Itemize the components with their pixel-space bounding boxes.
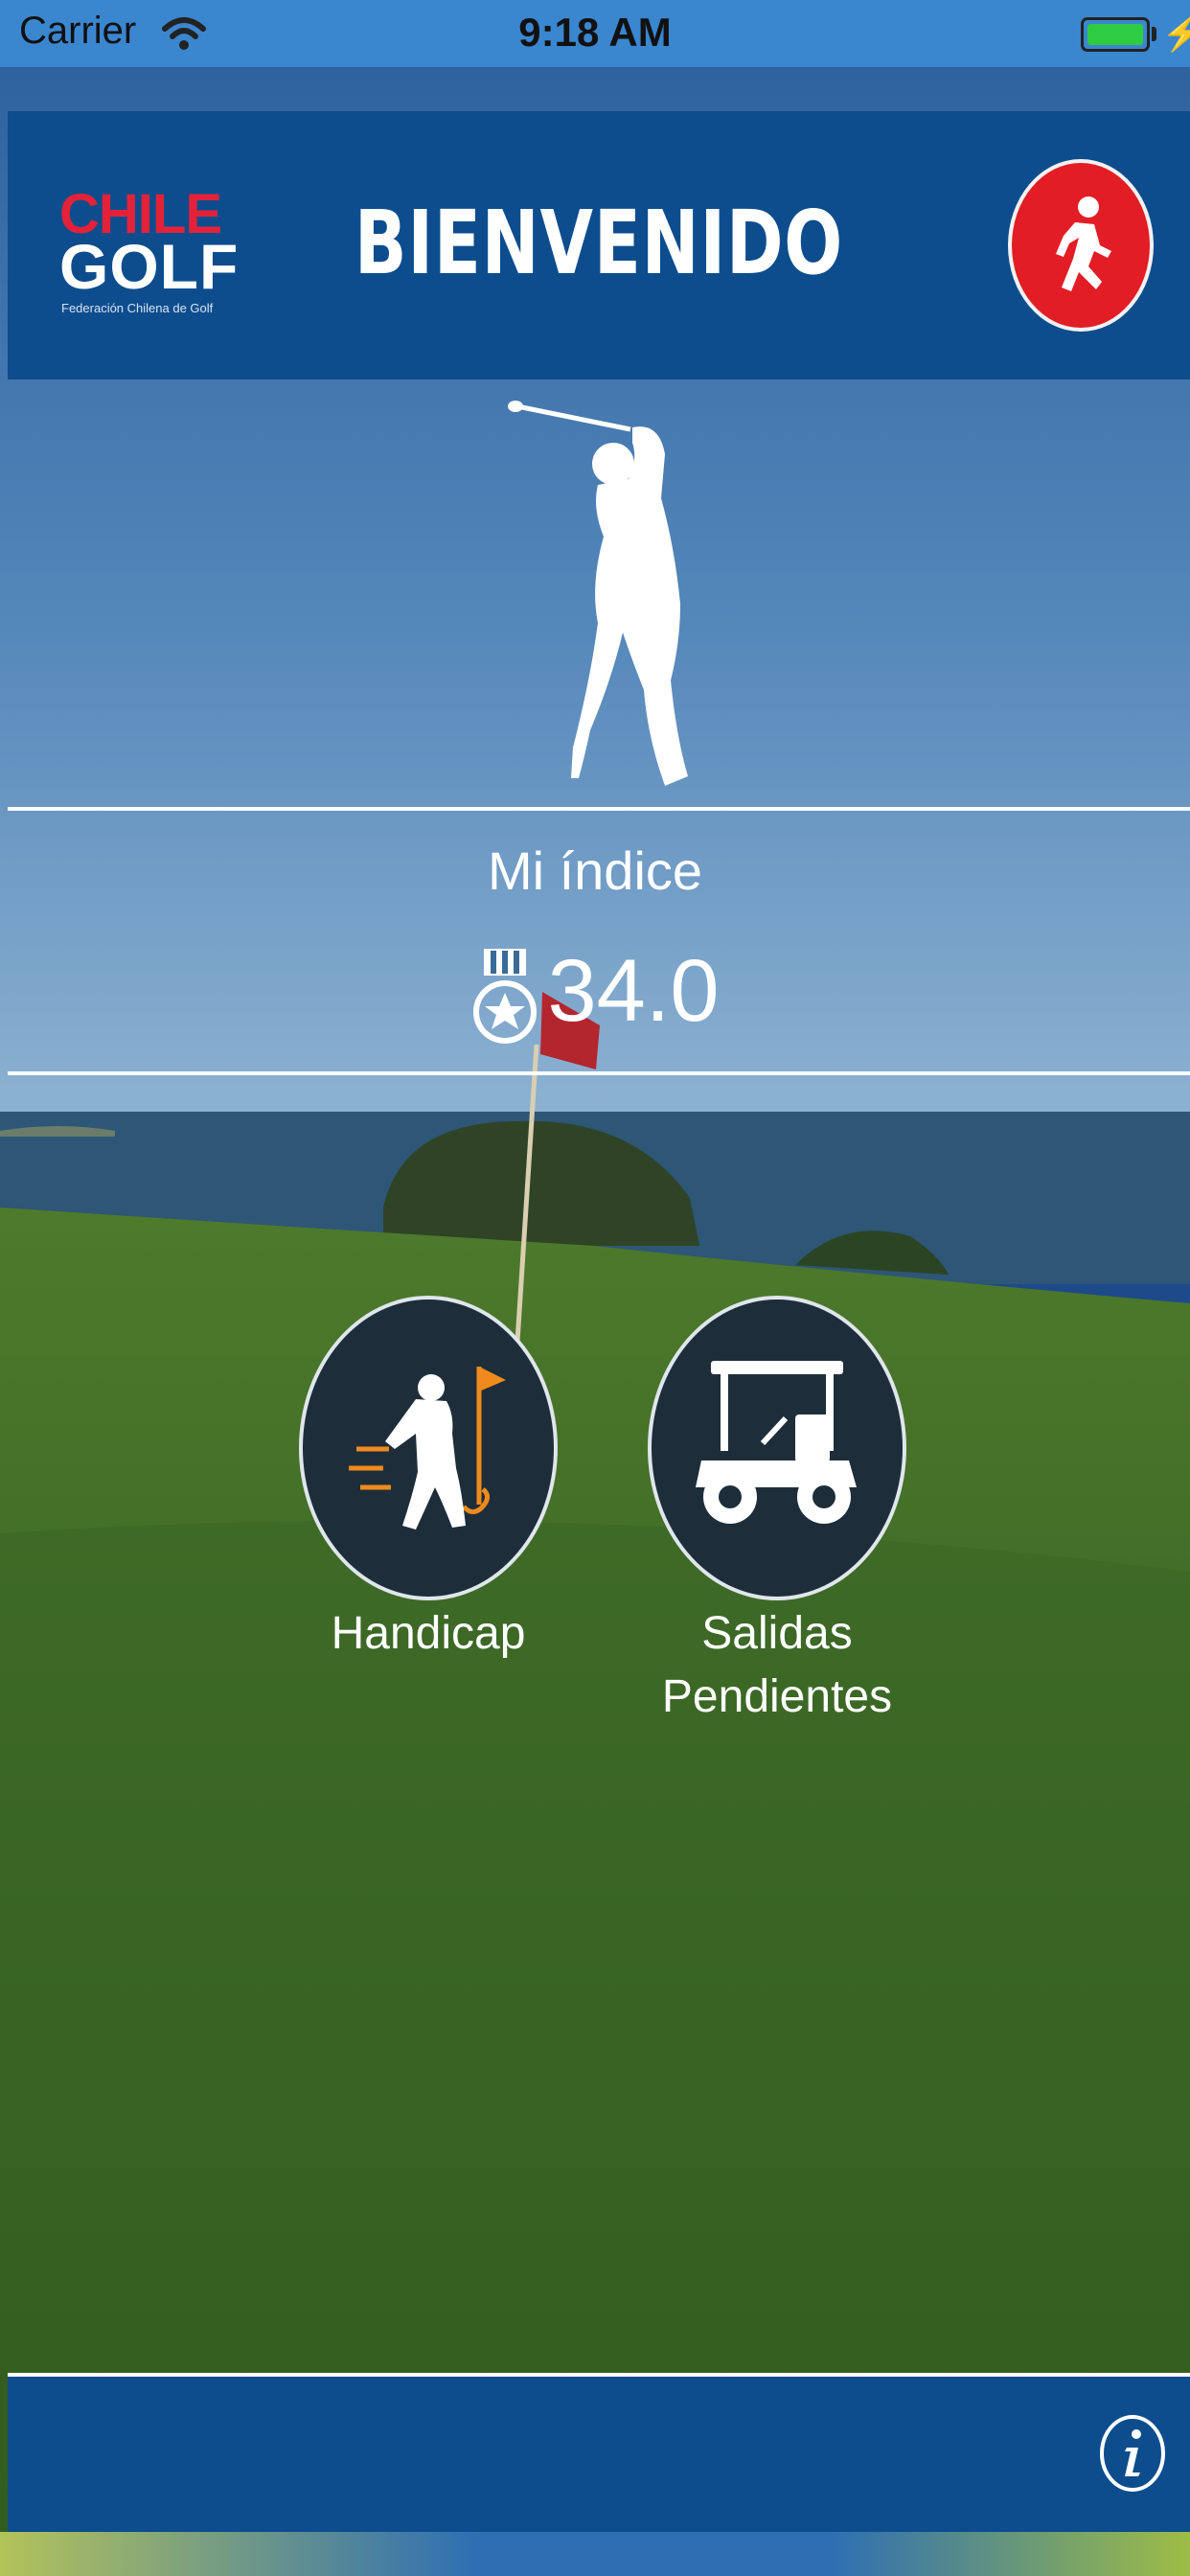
battery-icon	[1081, 17, 1150, 52]
background-golf-course-image	[0, 0, 1190, 2576]
index-row: 34.0	[0, 941, 1190, 1050]
info-button[interactable]	[1098, 2413, 1167, 2494]
index-label: Mi índice	[487, 840, 703, 901]
divider-bottom	[8, 1071, 1190, 1075]
pending-tee-times-button[interactable]	[648, 1296, 906, 1600]
handicap-button[interactable]	[299, 1296, 558, 1600]
golfer-silhouette-icon	[508, 401, 688, 786]
app-header: CHILE GOLF Federación Chilena de Golf BI…	[8, 111, 1190, 380]
golf-cart-icon	[696, 1361, 857, 1524]
clock: 9:18 AM	[518, 10, 672, 55]
battery-tip	[1152, 27, 1156, 41]
page-title: BIENVENIDO	[354, 192, 844, 294]
bottom-edge-strip	[0, 2532, 1190, 2576]
pending-label-line2: Pendientes	[661, 1671, 893, 1722]
charging-bolt-icon: ⚡	[1161, 13, 1190, 53]
logout-button[interactable]	[1008, 159, 1154, 332]
running-person-icon	[1056, 196, 1111, 291]
pending-tee-times-label[interactable]: Salidas Pendientes	[629, 1602, 926, 1729]
handicap-label[interactable]: Handicap	[280, 1602, 577, 1666]
status-bar: Carrier 9:18 AM ⚡	[0, 0, 1190, 67]
logo-tagline: Federación Chilena de Golf	[61, 301, 214, 315]
info-icon	[1100, 2415, 1165, 2492]
index-value: 34.0	[547, 942, 720, 1040]
golfer-flag-icon	[349, 1367, 506, 1530]
medal-icon	[473, 948, 538, 1044]
divider-top	[8, 807, 1190, 811]
footer-bar	[8, 2377, 1190, 2532]
pending-label-line1: Salidas	[701, 1608, 853, 1659]
